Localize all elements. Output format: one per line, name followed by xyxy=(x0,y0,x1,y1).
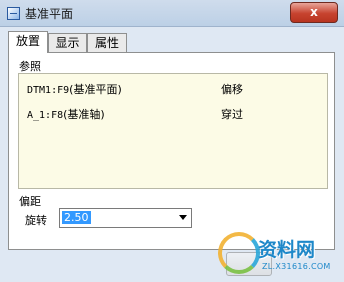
watermark-logo-icon xyxy=(218,232,260,274)
reference-id: A_1:F8 xyxy=(27,110,64,121)
tab-display[interactable]: 显示 xyxy=(48,33,87,52)
reference-id: DTM1:F9 xyxy=(27,85,70,96)
offset-label: 偏距 xyxy=(19,195,41,208)
reference-desc: (基准轴) xyxy=(63,108,105,121)
watermark-text: 资料网 xyxy=(258,239,316,261)
placement-panel: 参照 DTM1:F9(基准平面) 偏移 A_1:F8(基准轴) 穿过 偏距 旋转… xyxy=(8,52,335,250)
references-label: 参照 xyxy=(19,60,41,73)
references-list[interactable]: DTM1:F9(基准平面) 偏移 A_1:F8(基准轴) 穿过 xyxy=(18,73,328,189)
close-button[interactable]: x xyxy=(290,2,338,23)
rotate-label: 旋转 xyxy=(25,214,47,227)
reference-desc: (基准平面) xyxy=(69,83,122,96)
reference-constraint[interactable]: 穿过 xyxy=(221,106,243,122)
watermark-url: ZL.X31616.COM xyxy=(262,262,331,271)
list-item[interactable]: A_1:F8(基准轴) 穿过 xyxy=(27,106,327,122)
title-bar: 基准平面 x xyxy=(0,0,344,27)
rotate-combobox[interactable]: 2.50 xyxy=(59,208,192,228)
chevron-down-icon[interactable] xyxy=(179,215,187,220)
rotate-value[interactable]: 2.50 xyxy=(62,211,91,224)
reference-constraint[interactable]: 偏移 xyxy=(221,81,243,97)
window-title: 基准平面 xyxy=(25,7,74,21)
list-item[interactable]: DTM1:F9(基准平面) 偏移 xyxy=(27,81,327,97)
tab-properties[interactable]: 属性 xyxy=(87,33,127,52)
tab-placement[interactable]: 放置 xyxy=(8,31,48,53)
datum-plane-icon xyxy=(7,7,20,20)
